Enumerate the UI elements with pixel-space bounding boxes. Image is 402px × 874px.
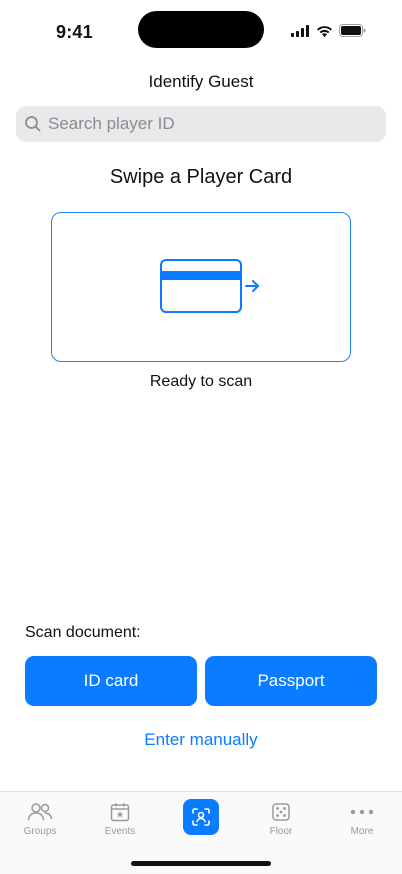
home-indicator xyxy=(131,861,271,866)
tab-more[interactable]: More xyxy=(322,792,402,842)
tab-groups[interactable]: Groups xyxy=(0,792,80,842)
calendar-star-icon xyxy=(110,803,130,822)
tab-label: Groups xyxy=(23,826,57,837)
status-icons xyxy=(291,24,366,37)
people-icon xyxy=(27,803,53,821)
search-input[interactable] xyxy=(48,114,368,134)
dynamic-island xyxy=(138,11,264,48)
tab-events[interactable]: Events xyxy=(80,792,160,842)
passport-button[interactable]: Passport xyxy=(205,656,377,706)
scan-tab-button[interactable] xyxy=(183,799,219,835)
tab-label: More xyxy=(350,826,374,837)
card-reader-area xyxy=(51,212,351,362)
tab-scan[interactable] xyxy=(161,792,241,842)
status-time: 9:41 xyxy=(56,22,93,42)
scan-status: Ready to scan xyxy=(149,373,253,390)
enter-manually-link[interactable]: Enter manually xyxy=(0,730,402,750)
credit-card-swipe-icon xyxy=(160,259,259,313)
dice-icon xyxy=(272,803,290,821)
scan-document-label: Scan document: xyxy=(25,624,141,641)
search-bar[interactable] xyxy=(16,106,386,142)
swipe-title: Swipe a Player Card xyxy=(109,166,293,188)
cellular-signal-icon xyxy=(291,24,309,37)
search-icon xyxy=(25,116,41,132)
page-title: Identify Guest xyxy=(148,72,254,91)
tab-label: Events xyxy=(104,826,136,837)
status-bar: 9:41 xyxy=(0,0,402,62)
scan-face-icon xyxy=(192,808,210,826)
tab-label: Floor xyxy=(269,826,293,837)
tab-floor[interactable]: Floor xyxy=(241,792,321,842)
wifi-icon xyxy=(317,25,332,37)
ellipsis-icon xyxy=(350,809,374,815)
battery-icon xyxy=(339,24,366,37)
id-card-button[interactable]: ID card xyxy=(25,656,197,706)
